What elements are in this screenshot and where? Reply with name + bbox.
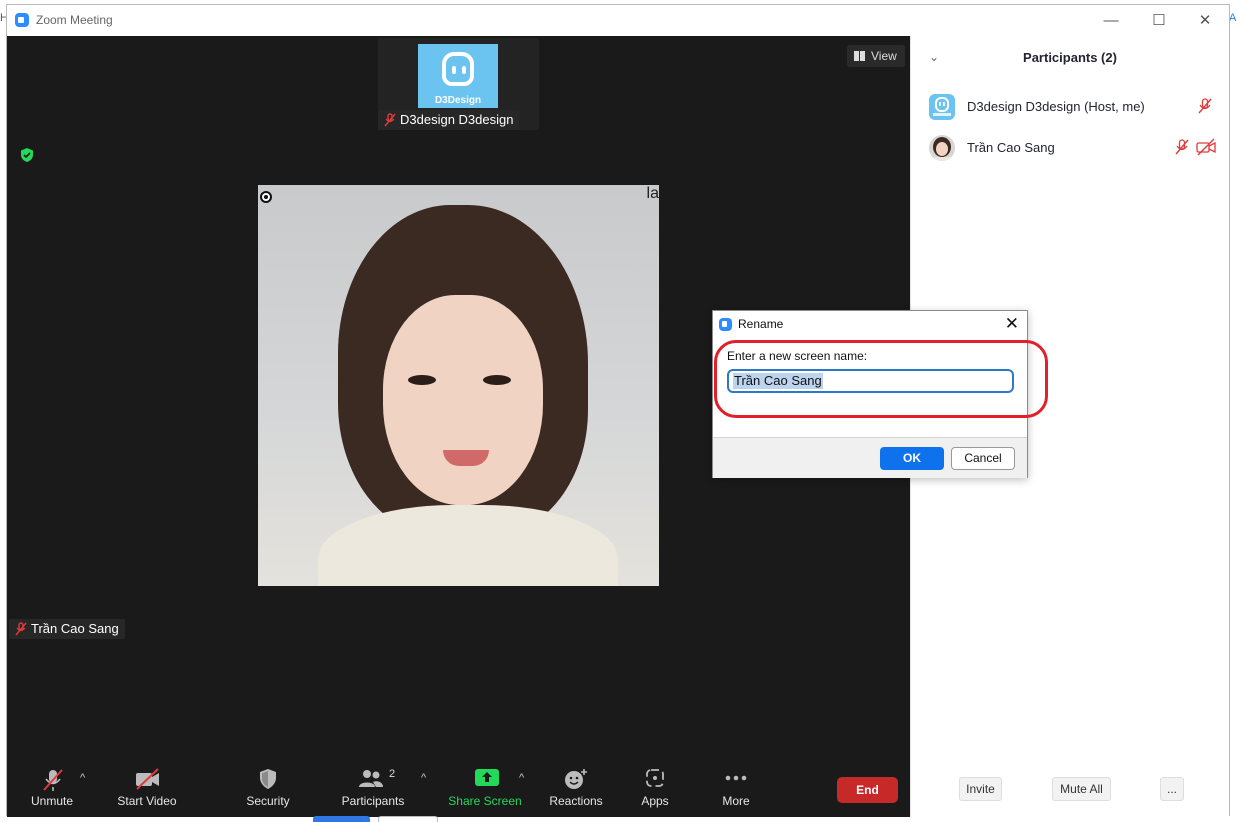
ok-button[interactable]: OK bbox=[880, 447, 944, 470]
apps-icon bbox=[646, 769, 664, 787]
participants-label: Participants bbox=[341, 794, 405, 808]
security-label: Security bbox=[246, 794, 290, 808]
more-dots-icon bbox=[725, 775, 747, 781]
video-person-eye-right bbox=[483, 375, 511, 385]
active-speaker-video[interactable]: la bbox=[258, 185, 659, 586]
unmute-label: Unmute bbox=[30, 794, 74, 808]
more-label: More bbox=[722, 794, 750, 808]
encryption-shield-icon[interactable] bbox=[19, 147, 35, 163]
minimize-button[interactable]: — bbox=[1091, 9, 1131, 33]
panel-more-button[interactable]: ... bbox=[1160, 777, 1184, 801]
guest-avatar bbox=[929, 135, 955, 161]
self-video-thumbnail[interactable]: D3Design D3design D3design bbox=[378, 38, 539, 130]
video-off-icon[interactable] bbox=[1196, 138, 1216, 156]
zoom-logo-icon bbox=[15, 13, 29, 27]
video-off-icon bbox=[136, 768, 159, 790]
share-screen-button[interactable]: Share Screen bbox=[448, 766, 522, 814]
host-avatar bbox=[929, 94, 955, 120]
view-button[interactable]: View bbox=[847, 45, 905, 67]
participants-options-caret[interactable]: ^ bbox=[421, 772, 426, 784]
participants-icon bbox=[359, 770, 383, 787]
d3design-glyph-icon bbox=[442, 52, 474, 86]
meeting-toolbar: Unmute ^ Start Video Security Participan… bbox=[7, 758, 910, 817]
apps-button[interactable]: Apps bbox=[629, 766, 681, 814]
spotlight-icon bbox=[260, 191, 272, 203]
share-screen-label: Share Screen bbox=[448, 794, 522, 808]
mic-muted-icon bbox=[43, 769, 63, 791]
video-person-eye-left bbox=[408, 375, 436, 385]
thumbnail-name: D3design D3design bbox=[400, 112, 514, 127]
main-video-name-tag: Trần Cao Sang bbox=[9, 619, 125, 639]
thumbnail-brand: D3Design bbox=[434, 95, 482, 106]
participant-row-guest[interactable]: Trần Cao Sang bbox=[911, 130, 1229, 164]
invite-button[interactable]: Invite bbox=[959, 777, 1002, 801]
security-button[interactable]: Security bbox=[237, 766, 299, 814]
dialog-title: Rename bbox=[738, 317, 784, 331]
share-screen-icon bbox=[475, 769, 499, 786]
reactions-button[interactable]: Reactions bbox=[545, 766, 607, 814]
maximize-button[interactable]: ☐ bbox=[1139, 9, 1179, 33]
dialog-footer: OK Cancel bbox=[713, 437, 1027, 478]
end-meeting-button[interactable]: End bbox=[837, 777, 898, 803]
grid-view-icon bbox=[854, 51, 865, 61]
edge-letter-right: A bbox=[1229, 12, 1237, 24]
main-video-name: Trần Cao Sang bbox=[31, 621, 119, 636]
title-bar: Zoom Meeting — ☐ ✕ bbox=[7, 5, 1229, 36]
participants-panel-title: Participants (2) bbox=[1023, 50, 1117, 65]
participants-button[interactable]: Participants bbox=[340, 766, 406, 814]
mic-muted-icon[interactable] bbox=[1196, 97, 1214, 115]
rename-prompt: Enter a new screen name: bbox=[727, 349, 868, 363]
d3design-logo: D3Design bbox=[418, 44, 498, 108]
video-person-shirt bbox=[318, 505, 618, 586]
dialog-close-icon[interactable]: ✕ bbox=[1005, 314, 1019, 334]
screen-name-selected-text: Trần Cao Sang bbox=[733, 373, 823, 389]
participants-count: 2 bbox=[389, 768, 396, 780]
participant-name: Trần Cao Sang bbox=[967, 140, 1055, 155]
view-button-label: View bbox=[871, 49, 897, 63]
cancel-button[interactable]: Cancel bbox=[951, 447, 1015, 470]
start-video-button[interactable]: Start Video bbox=[110, 766, 184, 814]
reactions-label: Reactions bbox=[549, 794, 603, 808]
rename-dialog: Rename ✕ Enter a new screen name: Trần C… bbox=[712, 310, 1028, 478]
video-person-face bbox=[383, 295, 543, 505]
user-photo-icon bbox=[933, 137, 951, 161]
participant-row-host[interactable]: D3design D3design (Host, me) bbox=[911, 89, 1229, 123]
unmute-button[interactable]: Unmute bbox=[21, 766, 83, 814]
d3design-glyph-icon bbox=[933, 97, 951, 116]
start-video-label: Start Video bbox=[117, 794, 177, 808]
window-title: Zoom Meeting bbox=[36, 13, 113, 27]
mic-muted-icon bbox=[384, 113, 396, 127]
mute-all-button[interactable]: Mute All bbox=[1052, 777, 1111, 801]
mic-muted-icon[interactable] bbox=[1173, 138, 1191, 156]
thumbnail-name-tag: D3design D3design bbox=[378, 110, 520, 130]
mic-muted-icon bbox=[15, 622, 27, 636]
reactions-smiley-icon bbox=[565, 769, 587, 789]
apps-label: Apps bbox=[641, 794, 669, 808]
taskbar-tab bbox=[378, 816, 438, 822]
participant-name: D3design D3design (Host, me) bbox=[967, 99, 1145, 114]
share-options-caret[interactable]: ^ bbox=[519, 772, 524, 784]
security-shield-icon bbox=[260, 769, 276, 789]
taskbar-tab-active bbox=[313, 816, 370, 822]
zoom-logo-icon bbox=[719, 318, 732, 331]
video-corner-text: la bbox=[646, 185, 659, 202]
close-button[interactable]: ✕ bbox=[1185, 9, 1225, 33]
zoom-window: Zoom Meeting — ☐ ✕ D3Design D3design D3d… bbox=[6, 4, 1230, 817]
audio-options-caret[interactable]: ^ bbox=[80, 772, 85, 784]
more-button[interactable]: More bbox=[709, 766, 763, 814]
